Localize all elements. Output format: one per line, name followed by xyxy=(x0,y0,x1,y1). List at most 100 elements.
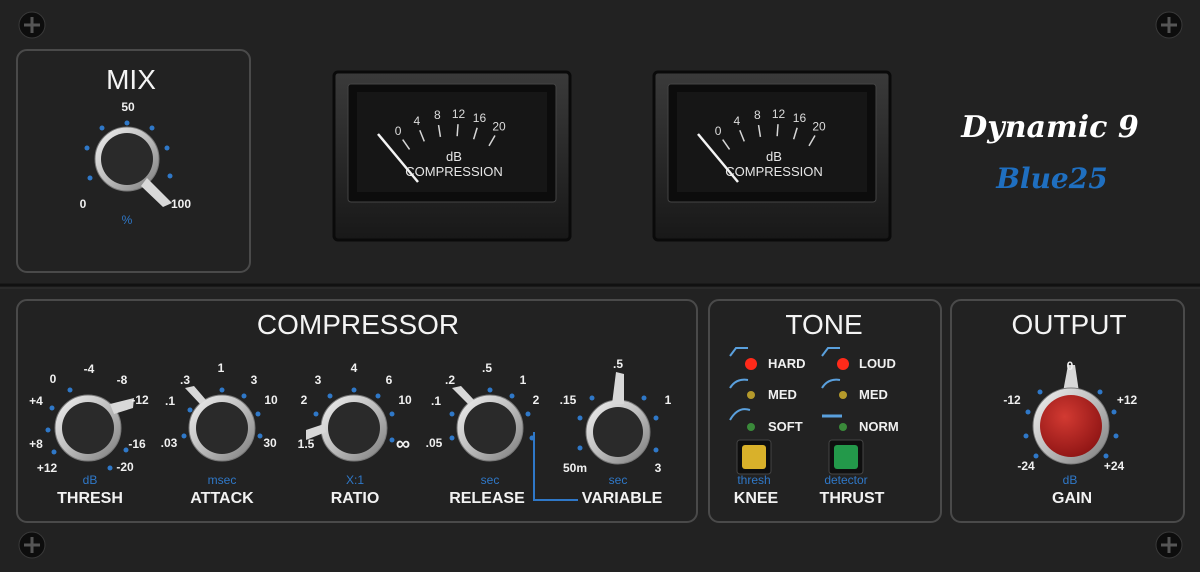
ratio-scale-1p5: 1.5 xyxy=(298,437,315,451)
release-label: RELEASE xyxy=(449,490,525,507)
meter-scale-label: 16 xyxy=(793,111,807,125)
attack-scale-30: 30 xyxy=(263,436,277,450)
attack-scale-p03: .03 xyxy=(161,436,178,450)
thrust-sublabel: detector xyxy=(824,473,867,487)
gain-scale-m24: -24 xyxy=(1017,459,1035,473)
meter-caption: COMPRESSION xyxy=(725,164,823,179)
ratio-scale-6: 6 xyxy=(386,373,393,387)
gain-unit: dB xyxy=(1063,473,1078,487)
led-icon xyxy=(745,358,757,370)
thresh-scale-0: 0 xyxy=(50,372,57,386)
ratio-unit: X:1 xyxy=(346,473,364,487)
mix-title: MIX xyxy=(106,64,156,95)
thresh-unit: dB xyxy=(83,473,98,487)
thresh-scale-m12: -12 xyxy=(131,393,149,407)
thresh-label: THRESH xyxy=(57,490,123,507)
meter-scale-label: 20 xyxy=(812,120,826,134)
meter-scale-label: 16 xyxy=(473,111,487,125)
thresh-scale-p12: +12 xyxy=(37,461,58,475)
thresh-scale-p8: +8 xyxy=(29,437,43,451)
mix-scale-min: 0 xyxy=(80,197,87,211)
gain-label: GAIN xyxy=(1052,490,1092,507)
ratio-scale-3: 3 xyxy=(315,373,322,387)
tone-title: TONE xyxy=(785,309,862,340)
thresh-scale-m16: -16 xyxy=(128,437,146,451)
variable-scale-p15: .15 xyxy=(560,393,577,407)
meter-scale-label: 0 xyxy=(395,124,402,138)
thresh-scale-m8: -8 xyxy=(117,373,128,387)
knee-hard-label: HARD xyxy=(768,356,806,371)
thrust-label: THRUST xyxy=(820,490,885,507)
knee-sublabel: thresh xyxy=(737,473,770,487)
meter-unit: dB xyxy=(446,149,462,164)
thresh-scale-m20: -20 xyxy=(116,460,134,474)
led-icon xyxy=(747,391,755,399)
screw-icon xyxy=(18,11,46,39)
release-unit: sec xyxy=(481,473,500,487)
meter-caption: COMPRESSION xyxy=(405,164,503,179)
release-scale-p2: .2 xyxy=(445,373,455,387)
variable-label: VARIABLE xyxy=(582,490,663,507)
meter-tick xyxy=(456,124,459,137)
attack-scale-3: 3 xyxy=(251,373,258,387)
meter-scale-label: 0 xyxy=(715,124,722,138)
gain-scale-m12: -12 xyxy=(1003,393,1021,407)
thrust-loud-label: LOUD xyxy=(859,356,896,371)
thresh-scale-m4: -4 xyxy=(84,362,95,376)
thrust-norm-label: NORM xyxy=(859,419,899,434)
thrust-button[interactable] xyxy=(828,439,864,475)
thresh-scale-p4: +4 xyxy=(29,394,43,408)
ratio-scale-10: 10 xyxy=(398,393,412,407)
attack-scale-1: 1 xyxy=(218,361,225,375)
variable-scale-3: 3 xyxy=(655,461,662,475)
output-title: OUTPUT xyxy=(1011,309,1126,340)
led-icon xyxy=(839,423,847,431)
led-icon xyxy=(839,391,847,399)
screw-icon xyxy=(1155,531,1183,559)
mix-scale-max: 100 xyxy=(171,197,191,211)
screw-icon xyxy=(1155,11,1183,39)
release-scale-p05: .05 xyxy=(426,436,443,450)
meter-scale-label: 8 xyxy=(434,108,441,122)
meter-scale-label: 4 xyxy=(733,114,740,128)
ratio-scale-inf: ∞ xyxy=(396,433,410,455)
gain-scale-0: 0 xyxy=(1067,359,1074,373)
ratio-scale-4: 4 xyxy=(351,361,358,375)
attack-scale-10: 10 xyxy=(264,393,278,407)
release-scale-2: 2 xyxy=(533,393,540,407)
ratio-label: RATIO xyxy=(331,490,380,507)
release-scale-p1: .1 xyxy=(431,394,441,408)
dynamic9-blue25-plugin: MIX 50 0 100 % 0 4 8 12 16 20 dB COMPRESSION 04… xyxy=(0,0,1200,572)
led-icon xyxy=(837,358,849,370)
ratio-scale-2: 2 xyxy=(301,393,308,407)
knee-label: KNEE xyxy=(734,490,779,507)
variable-scale-1: 1 xyxy=(665,393,672,407)
knee-button[interactable] xyxy=(736,439,772,475)
meter-unit: dB xyxy=(766,149,782,164)
meter-scale-label: 20 xyxy=(492,120,506,134)
attack-scale-p3: .3 xyxy=(180,373,190,387)
thrust-med-label: MED xyxy=(859,387,888,402)
gain-scale-p12: +12 xyxy=(1117,393,1138,407)
attack-unit: msec xyxy=(208,473,237,487)
meter-scale-label: 4 xyxy=(413,114,420,128)
knee-med-label: MED xyxy=(768,387,797,402)
mix-unit: % xyxy=(122,213,133,227)
led-icon xyxy=(747,423,755,431)
meter-scale-label: 8 xyxy=(754,108,761,122)
attack-scale-p1: .1 xyxy=(165,394,175,408)
meter-tick xyxy=(776,124,779,137)
variable-scale-50m: 50m xyxy=(563,461,587,475)
mix-scale-mid: 50 xyxy=(121,100,135,114)
release-scale-p5: .5 xyxy=(482,361,492,375)
compressor-title: COMPRESSOR xyxy=(257,309,459,340)
brand-model: Blue25 xyxy=(995,162,1107,195)
knee-soft-label: SOFT xyxy=(768,419,803,434)
brand-name: Dynamic 9 xyxy=(960,110,1139,145)
meter-scale-label: 12 xyxy=(452,107,466,121)
variable-scale-p5: .5 xyxy=(613,357,623,371)
meter-scale-label: 12 xyxy=(772,107,786,121)
gain-scale-p24: +24 xyxy=(1104,459,1125,473)
variable-unit: sec xyxy=(609,473,628,487)
attack-label: ATTACK xyxy=(190,490,254,507)
